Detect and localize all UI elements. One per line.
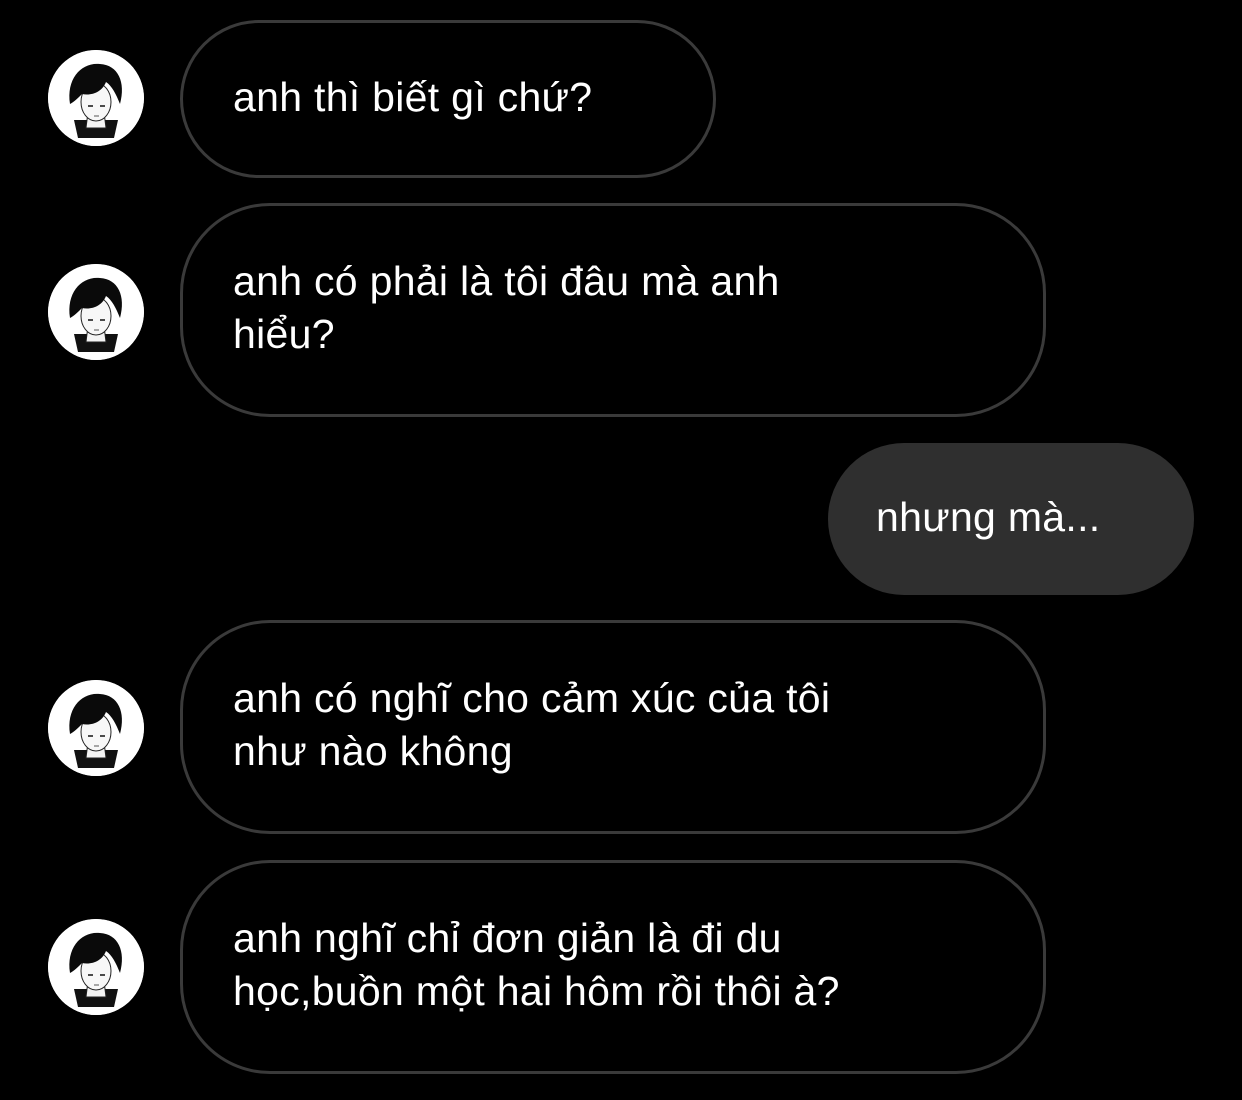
- message-text: anh có nghĩ cho cảm xúc của tôi như nào …: [233, 675, 831, 774]
- message-text: anh nghĩ chỉ đơn giản là đi du học,buồn …: [233, 915, 840, 1014]
- message-thread: anh thì biết gì chứ? anh có phải là tôi …: [0, 0, 1242, 1100]
- message-bubble-sent[interactable]: nhưng mà...: [828, 443, 1194, 595]
- contact-avatar-icon[interactable]: [48, 264, 144, 360]
- contact-avatar-icon[interactable]: [48, 50, 144, 146]
- message-text: anh thì biết gì chứ?: [233, 73, 593, 120]
- message-text: nhưng mà...: [876, 493, 1101, 540]
- contact-avatar-icon[interactable]: [48, 680, 144, 776]
- message-bubble-received[interactable]: anh thì biết gì chứ?: [180, 20, 716, 178]
- message-bubble-received[interactable]: anh nghĩ chỉ đơn giản là đi du học,buồn …: [180, 860, 1046, 1074]
- message-text: anh có phải là tôi đâu mà anh hiểu?: [233, 258, 780, 357]
- message-bubble-received[interactable]: anh có phải là tôi đâu mà anh hiểu?: [180, 203, 1046, 417]
- message-bubble-received[interactable]: anh có nghĩ cho cảm xúc của tôi như nào …: [180, 620, 1046, 834]
- contact-avatar-icon[interactable]: [48, 919, 144, 1015]
